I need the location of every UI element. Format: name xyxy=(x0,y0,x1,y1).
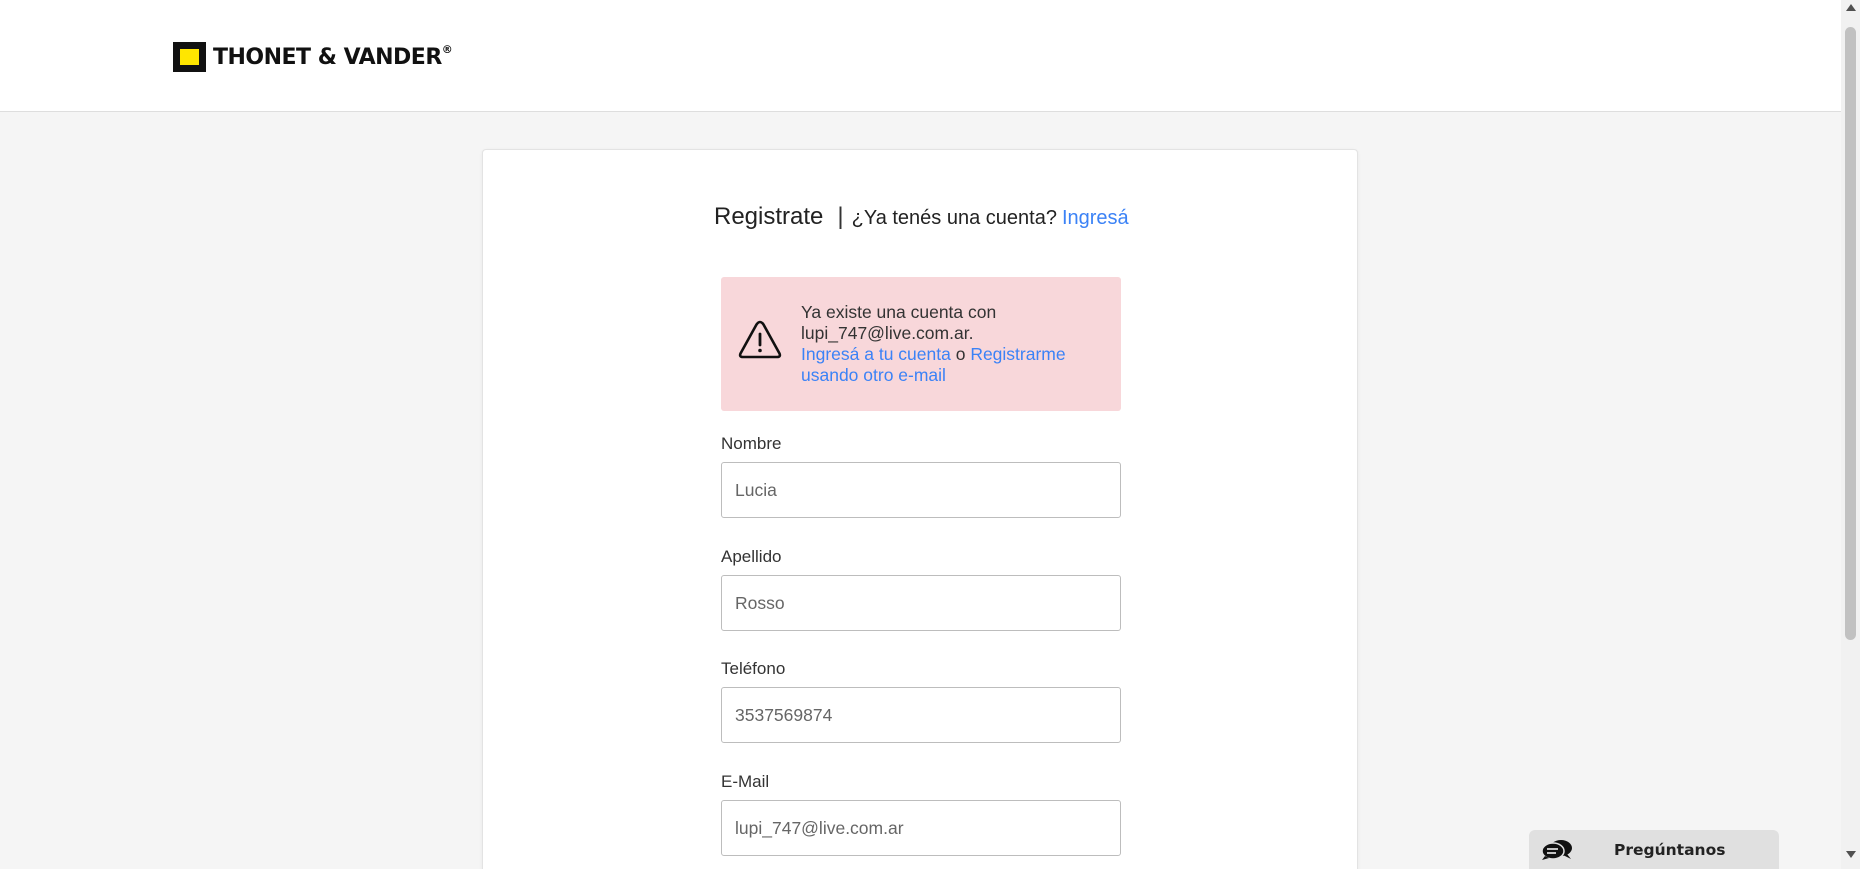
alert-login-link[interactable]: Ingresá a tu cuenta xyxy=(801,344,951,364)
apellido-input[interactable] xyxy=(721,575,1121,631)
account-exists-alert: Ya existe una cuenta con lupi_747@live.c… xyxy=(721,277,1121,411)
brand-name: THONET & VANDER® xyxy=(213,43,453,70)
login-question: ¿Ya tenés una cuenta? xyxy=(851,207,1057,229)
page-title: Registrate xyxy=(714,203,824,230)
brand-logo[interactable]: THONET & VANDER® xyxy=(173,42,453,72)
scroll-up-arrow-icon[interactable] xyxy=(1846,4,1856,11)
telefono-label: Teléfono xyxy=(721,659,786,678)
nombre-input[interactable] xyxy=(721,462,1121,518)
scrollbar-thumb[interactable] xyxy=(1845,27,1856,640)
page-scrollbar[interactable] xyxy=(1841,0,1860,869)
register-heading: Registrate | ¿Ya tenés una cuenta? Ingre… xyxy=(714,203,1129,231)
chat-label: Pregúntanos xyxy=(1614,841,1726,859)
nombre-label: Nombre xyxy=(721,434,782,453)
scroll-down-arrow-icon[interactable] xyxy=(1846,851,1856,858)
site-header: THONET & VANDER® xyxy=(0,0,1841,112)
telefono-input[interactable] xyxy=(721,687,1121,743)
email-input[interactable] xyxy=(721,800,1121,856)
logo-square-icon xyxy=(173,42,206,72)
chat-bubbles-icon xyxy=(1541,840,1572,860)
title-separator: | xyxy=(837,203,844,230)
email-label: E-Mail xyxy=(721,772,770,791)
alert-message: Ya existe una cuenta con lupi_747@live.c… xyxy=(801,302,1066,385)
apellido-label: Apellido xyxy=(721,547,782,566)
warning-triangle-icon xyxy=(738,320,782,359)
login-link[interactable]: Ingresá xyxy=(1062,207,1129,230)
chat-widget-button[interactable]: Pregúntanos xyxy=(1529,830,1779,869)
